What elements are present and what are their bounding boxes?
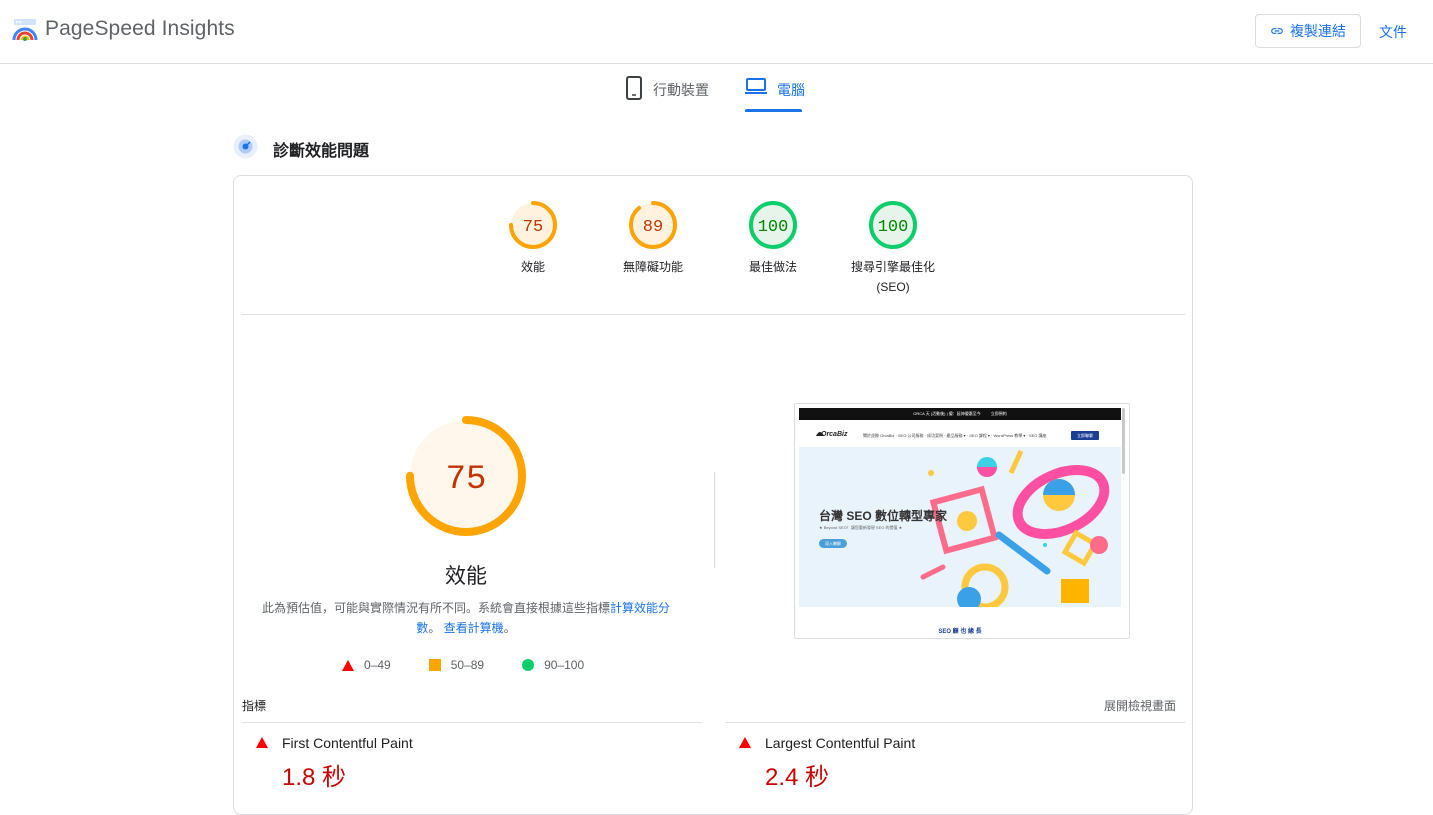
score-legend: 0–49 50–89 90–100 [342,658,622,672]
triangle-icon [256,737,268,748]
expand-view-link[interactable]: 展開檢視畫面 [1104,697,1176,714]
preview-brand: OrcaBiz [821,431,848,438]
score-value: 75 [523,218,543,237]
score-gauge-ring: 100 [869,201,917,249]
smartphone-icon [626,76,642,100]
performance-note: 此為預估值，可能與實際情況有所不同。系統會直接根據這些指標計算效能分數。 查看計… [260,598,672,638]
page-screenshot-preview[interactable]: ORCA 天 (活動後) | 優：延伸優惠至今 立即預約 OrcaBiz 關於虎… [794,403,1130,639]
metrics-divider [242,722,702,723]
score-gauge[interactable]: 100 最佳做法 [713,200,833,277]
performance-score: 75 [446,461,487,499]
laptop-icon [745,78,767,94]
score-sublabel: (SEO) [876,280,910,294]
divider [241,314,1185,315]
preview-footer-text: SEO 顧 也 緣 長 [938,629,982,635]
preview-nav: OrcaBiz 關於虎鯨 OrcaBiz · SEO 公司服務 · 成功案例 ·… [799,422,1121,446]
score-label-text: 最佳做法 [748,260,797,274]
tab-mobile-label: 行動裝置 [653,82,709,98]
app-header: PageSpeed Insights 複製連結 文件 [0,0,1433,64]
performance-title: 效能 [445,565,487,588]
tab-desktop-label: 電腦 [777,82,805,98]
score-gauge[interactable]: 75 效能 [473,200,593,277]
copy-link-button[interactable]: 複製連結 [1255,14,1361,48]
diagnose-title: 診斷效能問題 [273,143,370,160]
score-gauge-ring: 100 [749,201,797,249]
metric-name: First Contentful Paint [282,735,413,751]
score-label: 效能 [473,257,593,277]
score-label: 無障礙功能 [593,257,713,277]
preview-topbar-button: 立即預約 [990,411,1007,416]
calculator-link[interactable]: 查看計算機 [444,621,504,635]
legend-item-pass: 90–100 [522,658,584,672]
score-label-text: 無障礙功能 [622,260,683,274]
metrics-label: 指標 [242,699,267,713]
preview-topbar: ORCA 天 (活動後) | 優：延伸優惠至今 立即預約 [799,408,1121,420]
preview-hero: 台灣 SEO 數位轉型專家 ★ Beyond SEO！讓您重新發現 SEO 的價… [799,447,1121,607]
note-mid: 。 [428,621,441,635]
legend-range: 50–89 [450,658,485,672]
vertical-divider [714,472,715,568]
copy-link-label: 複製連結 [1290,23,1346,39]
legend-range: 90–100 [544,658,585,672]
metric-name: Largest Contentful Paint [765,735,916,751]
preview-hero-subtitle: ★ Beyond SEO！讓您重新發現 SEO 的價值 ★ [819,525,903,530]
link-icon [1271,28,1283,34]
preview-topbar-text: ORCA 天 (活動後) | 優：延伸優惠至今 [913,411,981,416]
score-gauge[interactable]: 89 無障礙功能 [593,200,713,277]
score-label-text: 效能 [520,260,545,274]
score-label-text: 搜尋引擎最佳化 [850,260,935,274]
performance-gauge[interactable]: 75 [404,414,528,538]
score-label: 搜尋引擎最佳化 (SEO) [833,257,953,297]
score-gauge[interactable]: 100 搜尋引擎最佳化 (SEO) [833,200,953,297]
report-card: 75 效能 89 無障礙功能 100 最佳做法 100 搜尋引擎最佳化 (SEO) 75 效能 … [233,175,1193,815]
legend-range: 0–49 [364,658,391,672]
legend-item-average: 50–89 [428,658,485,672]
score-label: 最佳做法 [713,257,833,277]
tab-selected-indicator [745,109,802,112]
preview-nav-button: 立即聯繫 [1071,431,1099,440]
legend-item-fail: 0–49 [342,658,391,672]
speedometer-icon [233,134,258,159]
square-icon [428,659,441,671]
score-value: 100 [878,218,909,237]
preview-hero-button: 深入瞭解 [819,539,847,548]
score-gauge-ring: 75 [509,201,557,249]
score-value: 100 [758,218,789,237]
score-gauge-ring: 89 [629,201,677,249]
metrics-divider [725,722,1185,723]
preview-hero-title: 台灣 SEO 數位轉型專家 [819,509,948,523]
tab-desktop[interactable]: 電腦 [745,76,805,112]
circle-icon [522,659,535,671]
triangle-icon [739,737,751,748]
note-suffix: 。 [503,621,516,635]
docs-link[interactable]: 文件 [1379,22,1407,42]
triangle-icon [342,659,354,671]
preview-nav-links: 關於虎鯨 OrcaBiz · SEO 公司服務 · 成功案例 · 產品服務 ▾ … [863,433,1047,438]
score-gauges: 75 效能 89 無障礙功能 100 最佳做法 100 搜尋引擎最佳化 (SEO) [234,176,1194,316]
note-prefix: 此為預估值，可能與實際情況有所不同。系統會直接根據這些指標 [261,601,610,615]
score-value: 89 [643,218,663,237]
preview-scrollbar [1122,408,1125,474]
pagespeed-logo-icon[interactable] [12,18,38,44]
tab-mobile[interactable]: 行動裝置 [625,76,709,112]
brand-title[interactable]: PageSpeed Insights [45,17,235,41]
